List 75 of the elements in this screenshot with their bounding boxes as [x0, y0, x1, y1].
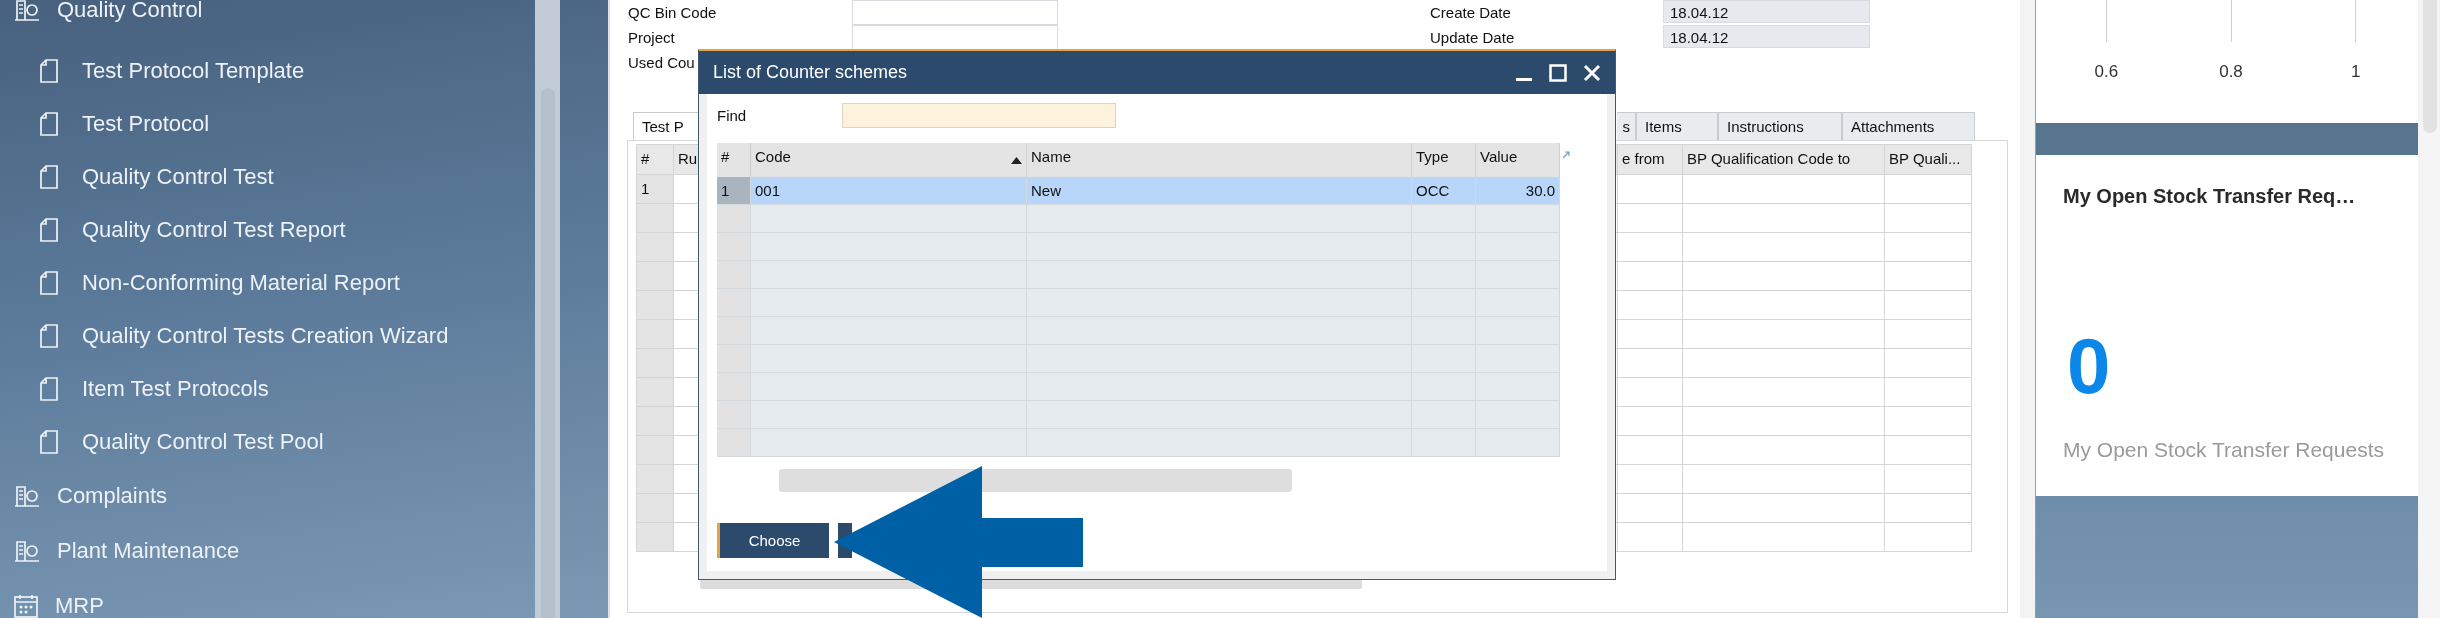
input-field[interactable]: [852, 0, 1058, 25]
field-label: Create Date: [1430, 3, 1511, 21]
card-title: My Open Stock Transfer Req…: [2063, 185, 2357, 208]
table-cell: [1412, 429, 1476, 457]
table-cell[interactable]: New: [1027, 177, 1412, 205]
date-field[interactable]: 18.04.12: [1663, 25, 1870, 48]
sidebar-item[interactable]: Test Protocol: [0, 97, 535, 150]
field-label: QC Bin Code: [628, 3, 717, 21]
column-header: e from: [1618, 145, 1683, 175]
column-header[interactable]: Name: [1027, 143, 1412, 177]
row-number[interactable]: 1: [717, 177, 751, 205]
calendar-icon: [14, 593, 38, 618]
date-field[interactable]: 18.04.12: [1663, 0, 1870, 23]
sidebar-item[interactable]: Quality Control Test Report: [0, 203, 535, 256]
document-icon: [40, 111, 58, 136]
row-number: 1: [637, 175, 674, 204]
document-icon: [40, 164, 58, 189]
kpi-caption: My Open Stock Transfer Requests: [2063, 438, 2385, 462]
column-header[interactable]: Code: [751, 143, 1027, 177]
sidebar-item[interactable]: Test Protocol Template: [0, 44, 535, 97]
document-icon: [40, 217, 58, 242]
document-icon: [40, 323, 58, 348]
axis-label: 0.6: [2094, 62, 2119, 82]
building-icon: [14, 484, 40, 507]
building-icon: [14, 0, 40, 21]
column-header: #: [637, 145, 674, 175]
tab[interactable]: Items: [1636, 112, 1718, 140]
dialog-title: List of Counter schemes: [713, 62, 909, 83]
sidebar-item[interactable]: Non-Conforming Material Report: [0, 256, 535, 309]
search-field[interactable]: [842, 103, 1116, 128]
row-number: [717, 233, 751, 261]
sidebar-item[interactable]: Quality Control: [0, 0, 535, 40]
resize-icon[interactable]: [1562, 151, 1570, 159]
field-label: Used Cou: [628, 53, 695, 71]
field-label: Update Date: [1430, 28, 1515, 46]
sidebar-item[interactable]: Quality Control Test: [0, 150, 535, 203]
column-header[interactable]: Type: [1412, 143, 1476, 177]
table-cell[interactable]: 30.0: [1476, 177, 1560, 205]
row-number: [717, 317, 751, 345]
column-header[interactable]: #: [717, 143, 751, 177]
row-number: [717, 261, 751, 289]
row-number: [717, 373, 751, 401]
column-header: BP Qualification Code to: [1683, 145, 1885, 175]
tab[interactable]: Instructions: [1718, 112, 1842, 140]
axis-label: 0.8: [2219, 62, 2243, 82]
column-header: BP Quali...: [1885, 145, 1972, 175]
table-cell[interactable]: 001: [751, 177, 1027, 205]
sidebar-item[interactable]: Quality Control Tests Creation Wizard: [0, 309, 535, 362]
table-cell: [1412, 205, 1476, 233]
table-cell[interactable]: OCC: [1412, 177, 1476, 205]
maximize-icon[interactable]: [1549, 63, 1567, 82]
row-number: [717, 205, 751, 233]
input-field[interactable]: [852, 25, 1058, 50]
document-icon: [40, 58, 58, 83]
tab[interactable]: Attachments: [1842, 112, 1975, 140]
scrollbar[interactable]: [535, 0, 560, 618]
row-number: [717, 401, 751, 429]
sort-ascending-icon[interactable]: [1011, 157, 1022, 164]
kpi-value: 0: [2066, 326, 2112, 406]
document-icon: [40, 429, 58, 454]
field-label: Project: [628, 28, 675, 46]
document-icon: [40, 376, 58, 401]
column-header[interactable]: Value: [1476, 143, 1560, 177]
row-number: [717, 289, 751, 317]
document-icon: [40, 270, 58, 295]
choose-button[interactable]: Choose: [717, 523, 829, 558]
field-label: Find: [717, 107, 748, 124]
axis-label: 1: [2350, 62, 2361, 82]
horizontal-scrollbar[interactable]: [779, 469, 1292, 492]
row-number: [717, 345, 751, 373]
sidebar-item[interactable]: Item Test Protocols: [0, 362, 535, 415]
tab[interactable]: s: [1617, 112, 1636, 140]
close-icon[interactable]: [1583, 63, 1601, 82]
row-number: [717, 429, 751, 457]
building-icon: [14, 539, 40, 562]
